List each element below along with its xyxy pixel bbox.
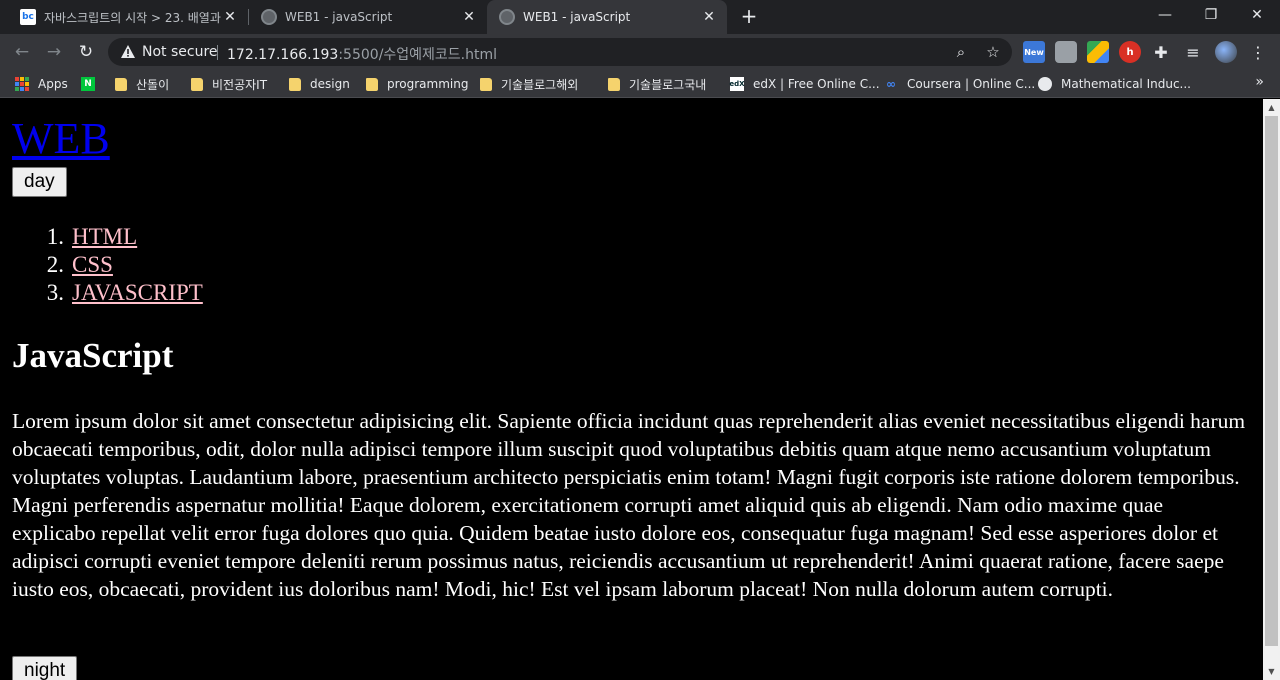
page-title: WEB bbox=[12, 111, 110, 167]
tab-title: 자바스크립트의 시작 > 23. 배열과 bbox=[44, 10, 221, 25]
browser-toolbar: ← → ↻ Not secure 172.17.166.193:5500/수업예… bbox=[0, 34, 1280, 70]
colorful-extension-icon[interactable] bbox=[1087, 41, 1109, 63]
scroll-up-icon[interactable]: ▲ bbox=[1263, 99, 1280, 116]
page-viewport: WEB day 1. HTML 2. CSS 3. JAVASCRIPT Jav… bbox=[0, 99, 1263, 680]
tab-javascript-course[interactable]: bc 자바스크립트의 시작 > 23. 배열과 ✕ bbox=[8, 0, 248, 34]
more-bookmarks-icon[interactable]: » bbox=[1255, 74, 1264, 90]
reload-icon[interactable]: ↻ bbox=[74, 40, 98, 64]
list-item: 1. HTML bbox=[12, 223, 203, 251]
security-status[interactable]: Not secure bbox=[142, 44, 218, 60]
html-link[interactable]: HTML bbox=[72, 223, 137, 251]
globe-icon bbox=[261, 9, 277, 25]
edx-icon: edX bbox=[729, 77, 745, 91]
bookmark-label: programming bbox=[387, 77, 469, 91]
url-text[interactable]: 172.17.166.193:5500/수업예제코드.html bbox=[227, 44, 497, 64]
close-icon[interactable]: ✕ bbox=[701, 9, 717, 25]
minimize-icon[interactable]: — bbox=[1142, 0, 1188, 30]
apps-grid-icon bbox=[15, 77, 29, 91]
puzzle-icon[interactable]: ✚ bbox=[1150, 41, 1172, 63]
media-queue-icon[interactable]: ≡ bbox=[1182, 41, 1204, 63]
tab-strip: bc 자바스크립트의 시작 > 23. 배열과 ✕ WEB1 - javaScr… bbox=[0, 0, 1280, 34]
folder-icon bbox=[191, 77, 203, 91]
bookmark-label: 기술블로그국내 bbox=[629, 77, 707, 92]
bookmark-label: Coursera | Online C... bbox=[907, 77, 1036, 91]
bookmarks-bar: Apps N 산돌이 비전공자IT design programming 기술블… bbox=[0, 70, 1280, 98]
bookmark-label: 산돌이 bbox=[136, 77, 170, 92]
back-arrow-icon[interactable]: ← bbox=[10, 40, 34, 64]
folder-icon bbox=[608, 77, 620, 91]
folder-icon bbox=[289, 77, 301, 91]
profile-avatar[interactable] bbox=[1215, 41, 1237, 63]
bookmark-folder-design[interactable]: design bbox=[289, 75, 350, 93]
bookmark-coursera[interactable]: ∞ Coursera | Online C... bbox=[884, 75, 1035, 93]
list-item: 2. CSS bbox=[12, 251, 203, 279]
bookmark-label: Apps bbox=[38, 77, 68, 91]
close-icon[interactable]: ✕ bbox=[222, 9, 238, 25]
forward-arrow-icon[interactable]: → bbox=[42, 40, 66, 64]
bookmark-label: Mathematical Induc... bbox=[1061, 77, 1191, 91]
body-paragraph: Lorem ipsum dolor sit amet consectetur a… bbox=[12, 409, 1246, 601]
vertical-scrollbar[interactable]: ▲ ▼ bbox=[1263, 99, 1280, 680]
new-extension-icon[interactable]: New bbox=[1023, 41, 1045, 63]
omnibox-divider bbox=[217, 45, 218, 60]
list-item: 3. JAVASCRIPT bbox=[12, 279, 203, 307]
bookmark-folder-non-major-it[interactable]: 비전공자IT bbox=[191, 75, 267, 93]
close-icon[interactable]: ✕ bbox=[461, 9, 477, 25]
zoom-icon[interactable]: ⌕ bbox=[951, 42, 971, 62]
bookmark-label: edX | Free Online C... bbox=[753, 77, 880, 91]
bookmark-label: design bbox=[310, 77, 350, 91]
bc-favicon-icon: bc bbox=[20, 9, 36, 25]
scroll-thumb[interactable] bbox=[1265, 116, 1278, 646]
bookmark-naver[interactable]: N bbox=[81, 75, 104, 93]
home-link[interactable]: WEB bbox=[12, 114, 110, 163]
extension-icon[interactable] bbox=[1055, 41, 1077, 63]
restore-icon[interactable]: ❐ bbox=[1188, 0, 1234, 30]
bookmark-star-icon[interactable]: ☆ bbox=[983, 42, 1003, 62]
bookmark-folder-tech-blogs-overseas[interactable]: 기술블로그해외 bbox=[480, 75, 578, 93]
list-number: 3. bbox=[46, 280, 64, 305]
scroll-down-icon[interactable]: ▼ bbox=[1263, 663, 1280, 680]
bookmark-edx[interactable]: edX edX | Free Online C... bbox=[729, 75, 880, 93]
warning-icon[interactable] bbox=[120, 44, 136, 60]
bookmark-label: 기술블로그해외 bbox=[501, 77, 579, 92]
section-heading: JavaScript bbox=[12, 336, 174, 375]
address-bar[interactable]: Not secure 172.17.166.193:5500/수업예제코드.ht… bbox=[108, 38, 1012, 66]
list-number: 1. bbox=[46, 224, 64, 249]
tab-title: WEB1 - javaScript bbox=[285, 10, 393, 24]
topic-list: 1. HTML 2. CSS 3. JAVASCRIPT bbox=[12, 223, 203, 307]
bookmark-folder-tech-blogs-korea[interactable]: 기술블로그국내 bbox=[608, 75, 706, 93]
bookmark-apps[interactable]: Apps bbox=[15, 75, 68, 93]
bookmark-mathematical-induction[interactable]: Mathematical Induc... bbox=[1038, 75, 1191, 93]
folder-icon bbox=[115, 77, 127, 91]
bookmark-label: 비전공자IT bbox=[212, 77, 268, 92]
new-badge: New bbox=[1024, 47, 1044, 57]
tab-title: WEB1 - javaScript bbox=[523, 10, 631, 24]
url-path: :5500/수업예제코드.html bbox=[338, 47, 498, 63]
coursera-icon: ∞ bbox=[886, 77, 896, 91]
globe-icon bbox=[1038, 77, 1052, 91]
list-number: 2. bbox=[46, 252, 64, 277]
folder-icon bbox=[480, 77, 492, 91]
javascript-link[interactable]: JAVASCRIPT bbox=[72, 279, 203, 307]
bookmark-folder-sandori[interactable]: 산돌이 bbox=[115, 75, 169, 93]
more-menu-icon[interactable]: ⋮ bbox=[1247, 41, 1269, 63]
day-mode-button[interactable]: day bbox=[12, 167, 67, 197]
naver-icon: N bbox=[81, 77, 95, 91]
new-tab-button[interactable]: + bbox=[737, 5, 761, 29]
red-extension-icon[interactable]: h bbox=[1119, 41, 1141, 63]
tab-web1-1[interactable]: WEB1 - javaScript ✕ bbox=[249, 0, 487, 34]
folder-icon bbox=[366, 77, 378, 91]
tab-web1-active[interactable]: WEB1 - javaScript ✕ bbox=[487, 0, 727, 34]
css-link[interactable]: CSS bbox=[72, 251, 113, 279]
night-mode-button[interactable]: night bbox=[12, 656, 78, 680]
bookmark-folder-programming[interactable]: programming bbox=[366, 75, 468, 93]
close-window-icon[interactable]: ✕ bbox=[1234, 0, 1280, 30]
url-host: 172.17.166.193 bbox=[227, 47, 339, 63]
globe-icon bbox=[499, 9, 515, 25]
